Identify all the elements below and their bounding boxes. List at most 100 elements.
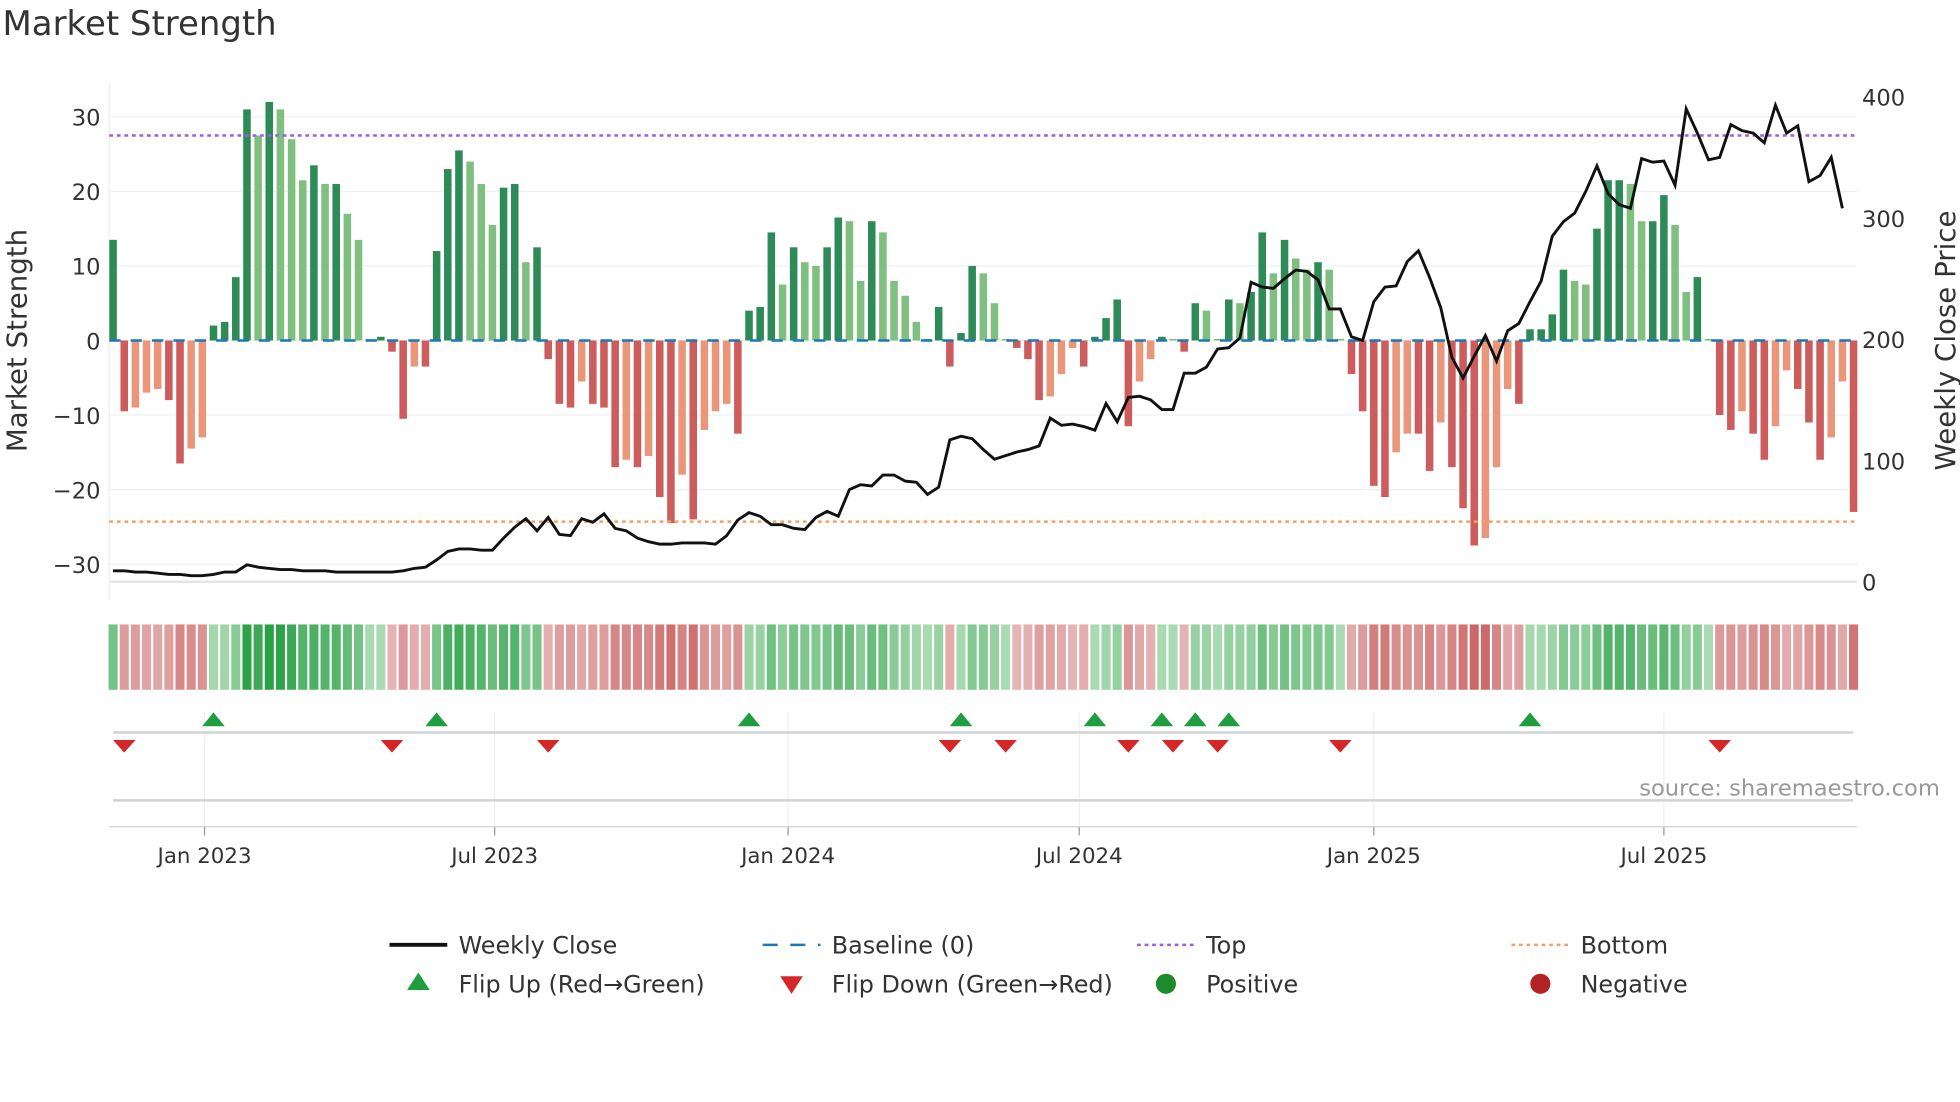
strength-heat-cell <box>354 624 364 690</box>
strength-bar <box>153 340 162 389</box>
legend-label: Flip Up (Red→Green) <box>459 971 705 999</box>
strength-bar <box>1135 340 1144 382</box>
strength-bar <box>856 280 865 341</box>
strength-bar <box>1314 262 1322 341</box>
strength-bar <box>901 295 909 341</box>
strength-heat-cell <box>1480 624 1490 690</box>
strength-heat-cell <box>1547 624 1557 690</box>
strength-heat-cell <box>956 624 966 690</box>
legend-item-baseline-0-: Baseline (0) <box>762 932 974 960</box>
strength-heat-cell <box>342 624 352 690</box>
strength-bar <box>1113 299 1121 341</box>
strength-bar <box>444 169 452 341</box>
strength-heat-cell <box>588 624 598 690</box>
strength-bar <box>1425 340 1434 471</box>
strength-heat-cell <box>510 624 520 690</box>
strength-heat-cell <box>644 624 654 690</box>
strength-heat-cell <box>1525 624 1535 690</box>
flip-down-marker <box>1161 740 1185 753</box>
strength-bar <box>1303 269 1311 341</box>
strength-bar <box>1693 277 1702 341</box>
strength-bar <box>1593 228 1601 341</box>
strength-heat-cell <box>967 624 977 690</box>
strength-heat-cell <box>1492 624 1502 690</box>
strength-bar <box>1827 340 1836 438</box>
strength-heat-cell <box>800 624 810 690</box>
strength-bar <box>1436 340 1445 423</box>
strength-heat-cell <box>744 624 754 690</box>
strength-heat-cell <box>164 624 174 690</box>
strength-bar <box>1470 340 1478 546</box>
strength-bar <box>1414 340 1423 434</box>
strength-bar <box>1838 340 1847 382</box>
strength-heat-cell <box>1447 624 1457 690</box>
strength-bar <box>131 340 140 408</box>
strength-bar <box>845 221 854 341</box>
strength-heat-cell <box>1715 624 1725 690</box>
strength-bar <box>455 150 463 341</box>
strength-heat-cell <box>1324 624 1334 690</box>
strength-bar <box>890 280 898 341</box>
strength-heat-cell <box>1146 624 1156 690</box>
strength-heat-cell <box>1503 624 1513 690</box>
strength-bar <box>1102 318 1110 341</box>
strength-heat-cell <box>197 624 207 690</box>
strength-bar <box>1749 340 1757 434</box>
flip-up-marker <box>1183 712 1207 727</box>
flip-up-marker <box>1518 712 1542 727</box>
strength-heat-cell <box>1358 624 1368 690</box>
strength-heat-cell <box>577 624 587 690</box>
strength-heat-cell <box>900 624 910 690</box>
flip-down-marker <box>112 740 136 753</box>
strength-bar <box>109 239 117 341</box>
strength-heat-cell <box>1179 624 1189 690</box>
strength-bar <box>678 340 686 475</box>
strength-heat-cell <box>1436 624 1446 690</box>
strength-heat-cell <box>1603 624 1613 690</box>
strength-bar <box>812 265 820 341</box>
strength-heat-cell <box>1168 624 1178 690</box>
strength-heat-cell <box>1737 624 1747 690</box>
strength-heat-cell <box>287 624 297 690</box>
strength-bar <box>644 340 653 457</box>
strength-heat-cell <box>1703 624 1714 690</box>
strength-heat-cell <box>565 624 576 690</box>
strength-heat-cell <box>454 624 464 690</box>
strength-heat-cell <box>1581 624 1591 690</box>
strength-heat-cell <box>543 624 553 690</box>
strength-bar <box>1805 340 1813 423</box>
strength-heat-cell <box>1112 624 1122 690</box>
strength-bar <box>1046 340 1055 397</box>
strength-heat-cell <box>1692 624 1702 690</box>
x-tick-label: Jan 2024 <box>739 844 835 869</box>
flip-up-marker <box>425 712 448 727</box>
strength-heat-cell <box>142 624 152 690</box>
strength-heat-cell <box>833 624 843 690</box>
strength-bar <box>1024 340 1032 360</box>
strength-bar <box>298 180 307 341</box>
y2-tick-label: 400 <box>1862 86 1905 112</box>
y-tick-label: 10 <box>72 255 101 281</box>
strength-heat-cell <box>1826 624 1836 690</box>
strength-heat-cell <box>978 624 988 690</box>
strength-heat-cell <box>1012 624 1022 690</box>
legend-dot-icon <box>1530 973 1551 994</box>
strength-heat-cell <box>208 624 219 690</box>
strength-heat-cell <box>1235 624 1245 690</box>
legend-item-flip-down-green-red-: Flip Down (Green→Red) <box>780 971 1113 999</box>
strength-heat-cell <box>722 624 732 690</box>
flip-down-marker <box>994 740 1017 753</box>
flip-down-marker <box>1708 740 1731 753</box>
flip-down-marker <box>1206 740 1229 753</box>
strength-heat-cell <box>487 624 497 690</box>
strength-heat-cell <box>119 624 129 690</box>
strength-heat-cell <box>1648 624 1658 690</box>
strength-bar <box>220 321 229 341</box>
strength-heat-cell <box>1425 624 1435 690</box>
flip-up-marker <box>1083 712 1107 727</box>
x-tick-label: Jul 2024 <box>1034 844 1123 869</box>
strength-heat-cell <box>822 624 832 690</box>
legend-triangle-icon <box>407 972 430 991</box>
strength-heat-cell <box>1637 624 1647 690</box>
strength-bar <box>1481 340 1490 539</box>
